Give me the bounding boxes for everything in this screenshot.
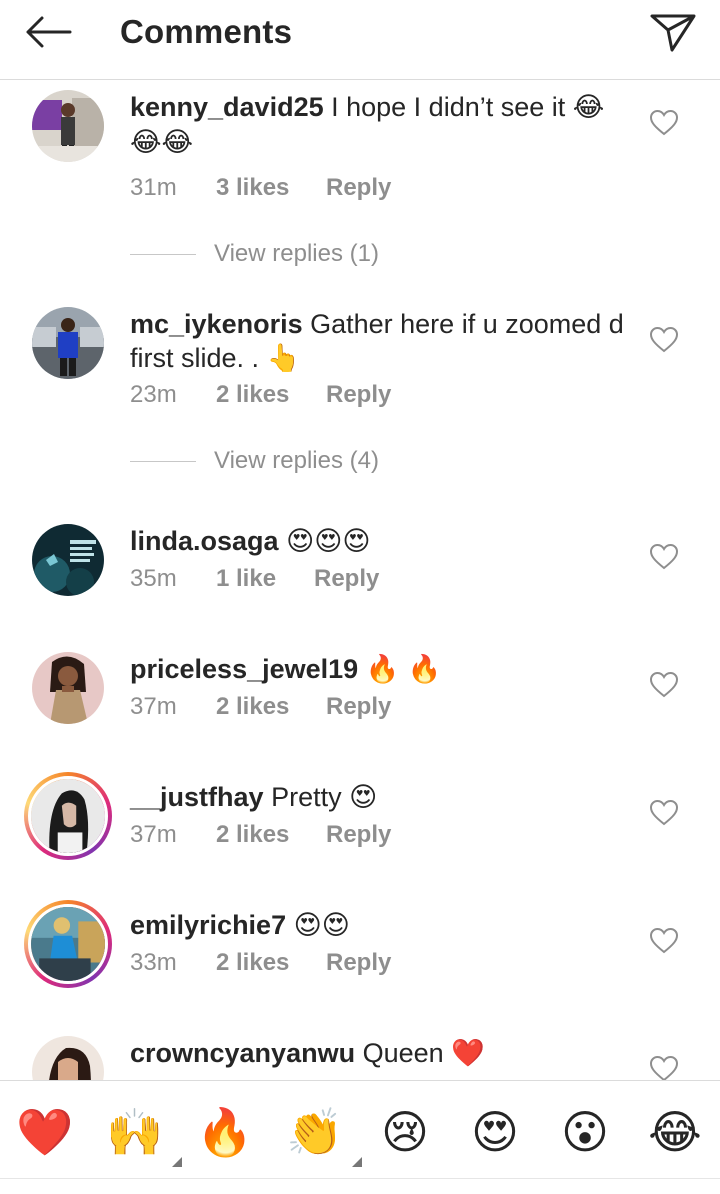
comment-emoji: 😍 [349, 782, 378, 813]
comment-username[interactable]: mc_iykenoris [130, 309, 303, 339]
comment-likes[interactable]: 2 likes [216, 949, 326, 977]
comment-time: 33m [130, 949, 177, 976]
heart-outline-icon[interactable] [649, 326, 679, 353]
comment-meta: 31m 3 likes Reply [130, 174, 391, 204]
comment-body [279, 526, 287, 556]
heart-eyes-emoji[interactable]: 😍 [464, 1101, 526, 1163]
fire-emoji[interactable]: 🔥 [194, 1101, 256, 1163]
comment-username[interactable]: emilyrichie7 [130, 910, 286, 940]
comment-username[interactable]: linda.osaga [130, 526, 279, 556]
reply-button[interactable]: Reply [314, 565, 379, 593]
comment-likes[interactable]: 2 likes [216, 693, 326, 721]
heart-outline-icon[interactable] [649, 671, 679, 698]
comment-meta: 35m 1 like Reply [130, 565, 379, 595]
comment-body [286, 910, 294, 940]
raising-hands-glyph: 🙌 [106, 1105, 164, 1159]
reply-button[interactable]: Reply [326, 693, 391, 721]
comment-meta: 33m 2 likes Reply [130, 949, 391, 979]
avatar[interactable] [24, 900, 112, 988]
clapping-hands-glyph: 👏 [286, 1105, 344, 1159]
comment-emoji: 😍😍 [293, 910, 350, 941]
comment-username[interactable]: __justfhay [130, 782, 264, 812]
avatar[interactable] [24, 772, 112, 860]
send-icon[interactable] [648, 8, 700, 56]
heart-outline-icon[interactable] [649, 543, 679, 570]
comment-time: 31m [130, 174, 177, 201]
reply-button[interactable]: Reply [326, 821, 391, 849]
comment-meta: 37m 2 likes Reply [130, 693, 391, 723]
comment-time: 37m [130, 693, 177, 720]
view-replies-link[interactable]: View replies (4) [130, 447, 379, 477]
comment-body: I hope I didn’t see it [323, 92, 573, 122]
tears-of-joy-emoji[interactable]: 😂 [644, 1101, 706, 1163]
view-replies-link[interactable]: View replies (1) [130, 240, 379, 270]
comment-username[interactable]: priceless_jewel19 [130, 654, 358, 684]
comment-likes[interactable]: 1 like [216, 565, 314, 593]
comment-emoji: 😂 [572, 92, 605, 123]
comment-body [358, 654, 366, 684]
reply-button[interactable]: Reply [326, 949, 391, 977]
raising-hands-emoji[interactable]: 🙌 [104, 1101, 182, 1167]
avatar[interactable] [32, 1036, 104, 1080]
comment-text: mc_iykenoris Gather here if u zoomed d f… [130, 307, 630, 376]
avatar[interactable] [32, 652, 104, 724]
comment-emoji: 🔥 🔥 [365, 654, 442, 685]
comment-likes[interactable]: 2 likes [216, 381, 326, 409]
comment-body: Pretty [263, 782, 350, 812]
comment-time: 23m [130, 381, 177, 408]
heart-outline-icon[interactable] [649, 799, 679, 826]
avatar[interactable] [32, 90, 104, 162]
replies-divider [130, 461, 196, 463]
skin-tone-indicator-icon [172, 1157, 182, 1167]
comment-text: __justfhay Pretty 😍 [130, 780, 630, 815]
comment-emoji-line2: 😂😂 [130, 127, 194, 158]
comment-input-edge [0, 1178, 720, 1194]
avatar[interactable] [32, 307, 104, 379]
comment-likes[interactable]: 3 likes [216, 174, 326, 202]
reply-button[interactable]: Reply [326, 381, 391, 409]
comment-text: linda.osaga 😍😍😍 [130, 524, 630, 559]
crying-face-emoji[interactable]: 😢 [374, 1101, 436, 1163]
emoji-reaction-bar: ❤️ 🙌 🔥 👏 😢 😍 😮 😂 [0, 1080, 720, 1178]
back-arrow-icon[interactable] [18, 10, 78, 54]
comment-text: priceless_jewel19 🔥 🔥 [130, 652, 630, 687]
heart-outline-icon[interactable] [649, 927, 679, 954]
comment-text: emilyrichie7 😍😍 [130, 908, 630, 943]
surprised-face-emoji[interactable]: 😮 [554, 1101, 616, 1163]
clapping-hands-emoji[interactable]: 👏 [284, 1101, 362, 1167]
replies-divider [130, 254, 196, 256]
comment-username[interactable]: kenny_david25 [130, 92, 324, 122]
red-heart-emoji[interactable]: ❤️ [14, 1101, 76, 1163]
avatar-image [28, 776, 108, 856]
skin-tone-indicator-icon [352, 1157, 362, 1167]
comments-list: kenny_david25 I hope I didn’t see it 😂 😂… [0, 80, 720, 1080]
comment-meta: 23m 2 likes Reply [130, 381, 391, 411]
reply-button[interactable]: Reply [326, 174, 391, 202]
heart-outline-icon[interactable] [649, 109, 679, 136]
heart-outline-icon[interactable] [649, 1055, 679, 1080]
comment-emoji: 😍😍😍 [286, 526, 371, 557]
comment-emoji: 👆 [266, 343, 301, 374]
comment-time: 35m [130, 565, 177, 592]
comment-text: crowncyanyanwu Queen ❤️ [130, 1036, 630, 1071]
comment-username[interactable]: crowncyanyanwu [130, 1038, 355, 1068]
view-replies-label: View replies (1) [214, 240, 379, 267]
comment-text: kenny_david25 I hope I didn’t see it 😂 😂… [130, 90, 630, 160]
view-replies-label: View replies (4) [214, 447, 379, 474]
comment-meta: 37m 2 likes Reply [130, 821, 391, 851]
avatar[interactable] [32, 524, 104, 596]
comment-body: Queen [355, 1038, 452, 1068]
comment-likes[interactable]: 2 likes [216, 821, 326, 849]
comment-time: 37m [130, 821, 177, 848]
page-title: Comments [120, 13, 293, 50]
header-bar: Comments [0, 0, 720, 80]
comment-emoji: ❤️ [451, 1038, 485, 1069]
avatar-image [28, 904, 108, 984]
